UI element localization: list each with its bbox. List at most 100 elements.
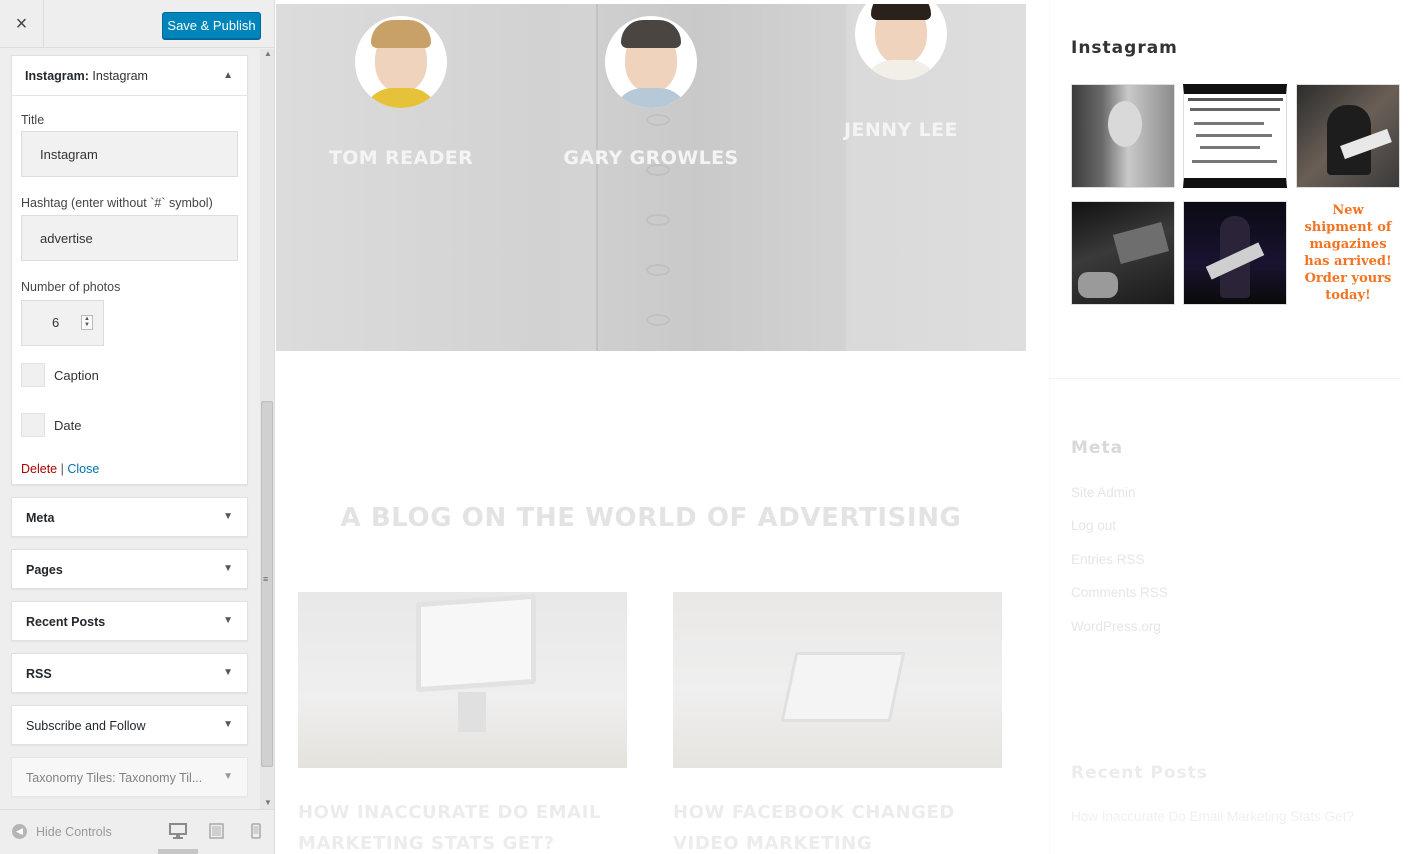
team-section: TOM READER GARY GROWLES JENNY LEE [276,4,1026,351]
title-label: Title [21,113,45,127]
expand-arrow-icon: ▼ [223,563,233,574]
widget-instagram-header[interactable]: Instagram: Instagram ▲ [12,56,247,96]
close-customizer-button[interactable]: × [0,0,44,48]
team-member-name: JENNY LEE [844,119,958,141]
desktop-icon [169,823,187,839]
instagram-photo[interactable] [1296,84,1400,188]
widget-meta-label: Meta [26,511,55,525]
actions-separator: | [60,462,64,476]
hashtag-label: Hashtag (enter without `#` symbol) [21,196,213,210]
tablet-preview-button[interactable] [208,823,226,839]
instagram-photo[interactable] [1071,84,1175,188]
delete-link[interactable]: Delete [21,462,57,476]
scroll-down-icon[interactable]: ▼ [264,798,272,807]
meta-link-comments-rss[interactable]: Comments RSS [1071,585,1168,600]
widget-recent-posts[interactable]: Recent Posts ▼ [11,601,248,641]
site-preview: TOM READER GARY GROWLES JENNY LEE A BLOG… [275,0,1419,854]
avatar [855,4,947,80]
post-title-link[interactable]: HOW FACEBOOK CHANGED VIDEO MARKETING [673,797,1002,854]
meta-link-log-out[interactable]: Log out [1071,518,1116,533]
notebook-ring [646,264,670,276]
hide-controls-label: Hide Controls [36,824,112,839]
site-sidebar: Instagram New shipment of magazines has … [1049,0,1419,854]
widget-instagram-title: Instagram: Instagram [25,69,148,83]
widget-rss-label: RSS [26,667,52,681]
widget-taxonomy-tiles-label: Taxonomy Tiles: Taxonomy Til... [26,771,203,785]
scroll-up-icon[interactable]: ▲ [264,49,272,58]
resize-grip-icon[interactable]: ≡ [263,575,268,584]
expand-arrow-icon: ▼ [223,771,233,782]
widget-pages-label: Pages [26,563,63,577]
notebook-ring [646,214,670,226]
widget-instagram: Instagram: Instagram ▲ Title Instagram H… [11,55,248,485]
team-member-card: GARY GROWLES [556,16,746,169]
collapse-arrow-icon[interactable]: ▲ [223,70,233,81]
widget-meta[interactable]: Meta ▼ [11,497,248,537]
sidebar-scrollbar[interactable]: ▲ ▼ [260,49,274,809]
hashtag-input[interactable]: advertise [21,215,238,261]
meta-link-wordpress-org[interactable]: WordPress.org [1071,619,1161,634]
flyer-text-line [1188,98,1283,101]
date-checkbox[interactable] [21,413,45,437]
photos-number-input[interactable]: 6 ▲ ▼ [21,300,104,346]
date-label: Date [54,418,82,433]
avatar [355,16,447,108]
flyer-text-line [1194,122,1264,125]
flyer-text-line [1192,160,1277,163]
widget-rss[interactable]: RSS ▼ [11,653,248,693]
close-icon: × [15,12,28,35]
customizer-footer: ◀ Hide Controls [0,809,274,854]
instagram-widget-title: Instagram [1071,38,1178,58]
blog-section-heading: A BLOG ON THE WORLD OF ADVERTISING [340,503,962,533]
widget-subscribe-follow[interactable]: Subscribe and Follow ▼ [11,705,248,745]
widget-taxonomy-tiles[interactable]: Taxonomy Tiles: Taxonomy Til... ▼ [11,757,248,797]
close-link[interactable]: Close [67,462,99,476]
scroll-thumb[interactable] [261,401,273,767]
promo-text: New shipment of magazines has arrived! O… [1304,203,1392,303]
laptop-graphic [780,652,906,722]
team-member-card: TOM READER [306,16,496,169]
meta-link-site-admin[interactable]: Site Admin [1071,485,1136,500]
flyer-text-line [1200,146,1260,149]
customizer-panel: × Save & Publish Instagram: Instagram ▲ … [0,0,275,854]
instagram-photo[interactable] [1071,201,1175,305]
number-stepper[interactable]: ▲ ▼ [81,315,93,330]
flyer-text-line [1190,108,1280,111]
photo-object [1112,222,1170,264]
customizer-header: × Save & Publish [0,0,274,48]
team-member-name: TOM READER [328,147,474,169]
post-title-link[interactable]: HOW INACCURATE DO EMAIL MARKETING STATS … [298,797,627,854]
widgets-list: Instagram: Instagram ▲ Title Instagram H… [0,49,261,809]
avatar [605,16,697,108]
save-publish-button[interactable]: Save & Publish [162,12,261,39]
monitor-stand-graphic [458,692,486,732]
instagram-photo[interactable]: New shipment of magazines has arrived! O… [1296,201,1400,305]
recent-post-link[interactable]: How Inaccurate Do Email Marketing Stats … [1071,809,1354,824]
desktop-preview-button[interactable] [169,823,187,839]
caption-checkbox[interactable] [21,363,45,387]
portrait-face [1108,101,1142,147]
widget-divider [1049,378,1401,379]
widget-recent-posts-label: Recent Posts [26,615,106,629]
hide-controls-button[interactable]: ◀ Hide Controls [12,824,112,839]
widget-pages[interactable]: Pages ▼ [11,549,248,589]
photo-hand [1078,272,1118,298]
title-input[interactable]: Instagram [21,131,238,177]
instagram-photo[interactable] [1183,84,1287,188]
team-member-card: JENNY LEE [806,4,996,141]
tablet-icon [209,823,224,839]
mobile-icon [251,823,261,839]
mobile-preview-button[interactable] [247,823,265,839]
photos-number-label: Number of photos [21,280,121,294]
notebook-ring [646,314,670,326]
widget-actions: Delete | Close [21,462,99,476]
meta-link-entries-rss[interactable]: Entries RSS [1071,552,1145,567]
post-image[interactable] [298,592,627,768]
expand-arrow-icon: ▼ [223,719,233,730]
expand-arrow-icon: ▼ [223,667,233,678]
expand-arrow-icon: ▼ [223,615,233,626]
flyer-text-line [1196,134,1272,137]
team-member-name: GARY GROWLES [563,147,739,169]
post-image[interactable] [673,592,1002,768]
instagram-photo[interactable] [1183,201,1287,305]
